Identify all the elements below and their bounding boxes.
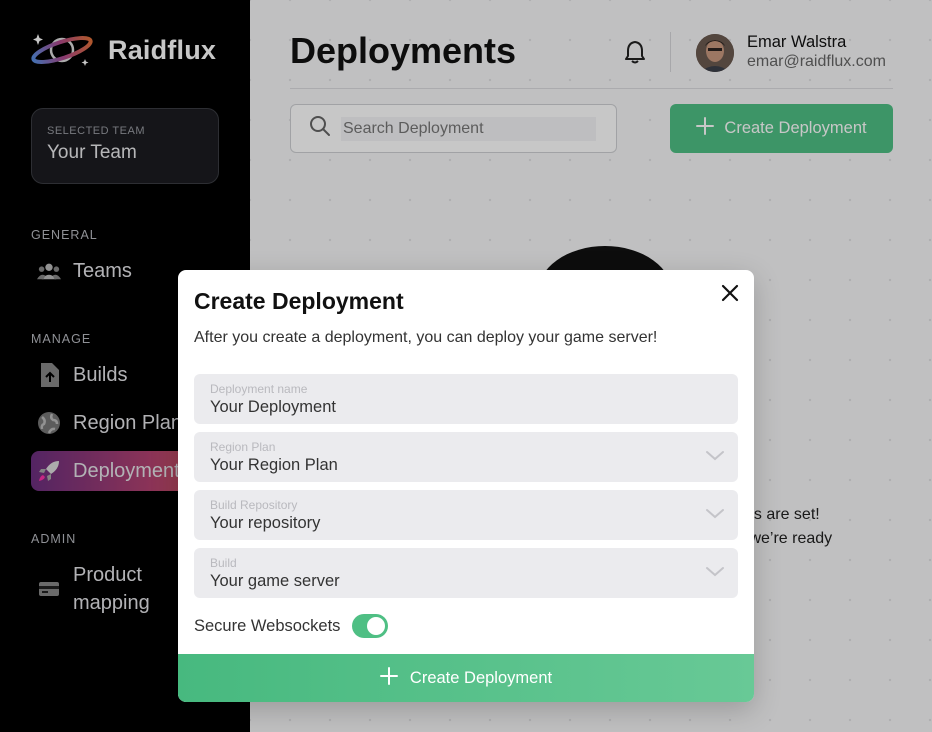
secure-websockets-toggle[interactable] xyxy=(352,614,389,638)
chevron-down-icon xyxy=(705,507,725,525)
field-value: Your Deployment xyxy=(210,398,336,416)
field-value: Your repository xyxy=(210,514,321,532)
deployment-name-field[interactable]: Deployment name Your Deployment xyxy=(194,374,738,424)
modal-title: Create Deployment xyxy=(194,288,404,314)
field-label: Deployment name xyxy=(210,382,308,396)
build-repository-select[interactable]: Build Repository Your repository xyxy=(194,490,738,540)
build-select[interactable]: Build Your game server xyxy=(194,548,738,598)
close-button[interactable] xyxy=(719,283,741,305)
field-label: Build Repository xyxy=(210,498,298,512)
create-deployment-modal: Create Deployment After you create a dep… xyxy=(178,270,754,702)
plus-icon xyxy=(379,666,398,690)
secure-websockets-label: Secure Websockets xyxy=(194,616,341,635)
submit-create-deployment-button[interactable]: Create Deployment xyxy=(178,654,754,702)
modal-description: After you create a deployment, you can d… xyxy=(194,329,658,346)
field-value: Your Region Plan xyxy=(210,456,338,474)
close-icon xyxy=(720,284,740,306)
chevron-down-icon xyxy=(705,449,725,467)
toggle-knob xyxy=(367,617,386,635)
field-value: Your game server xyxy=(210,572,340,590)
field-label: Region Plan xyxy=(210,440,276,454)
submit-label: Create Deployment xyxy=(409,668,553,687)
region-plan-select[interactable]: Region Plan Your Region Plan xyxy=(194,432,738,482)
chevron-down-icon xyxy=(705,565,725,583)
secure-websockets-row: Secure Websockets xyxy=(194,614,389,638)
field-label: Build xyxy=(210,556,237,570)
